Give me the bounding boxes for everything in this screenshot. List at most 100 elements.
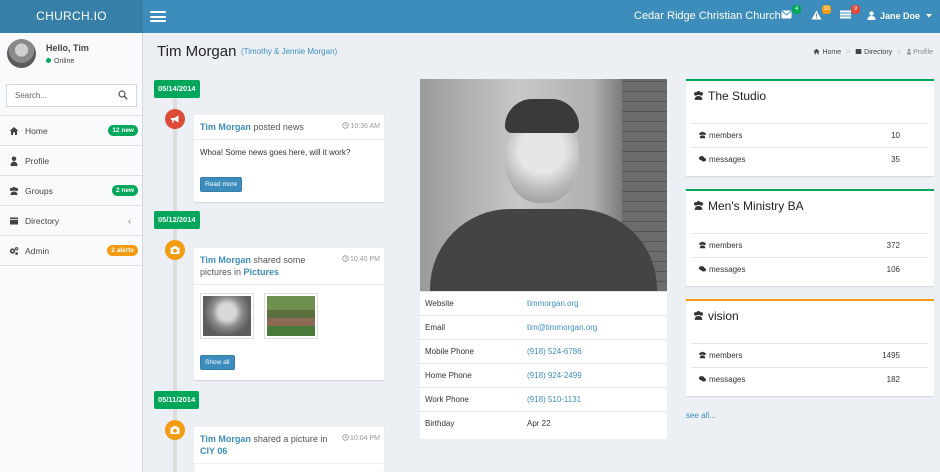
sidebar-menu: Home 12 new Profile Groups 2 new Directo…: [0, 115, 142, 266]
info-label: Birthday: [425, 419, 455, 428]
birthday-value: Apr 22: [527, 419, 551, 428]
breadcrumb-home[interactable]: Home: [822, 49, 841, 56]
website-link[interactable]: timmorgan.org: [527, 292, 579, 316]
alerts-menu[interactable]: 10: [811, 5, 831, 22]
group-title[interactable]: The Studio: [692, 89, 766, 103]
clock-icon: [342, 255, 349, 262]
timeline-time-label: 10:40 PM: [350, 256, 380, 263]
timeline-item-picture: Tim Morgan shared a picture in CIY 06 10…: [194, 427, 384, 472]
timeline-item-header: Tim Morgan shared a picture in CIY 06 10…: [194, 427, 384, 464]
online-dot-icon: [46, 58, 51, 63]
timeline-item-pictures: Tim Morgan shared some pictures in Pictu…: [194, 248, 384, 380]
group-members-row: members 1495: [692, 343, 928, 367]
breadcrumb-separator: >: [846, 49, 851, 56]
messages-menu[interactable]: 4: [781, 5, 801, 22]
admin-badge: 2 alerts: [107, 245, 138, 256]
mobile-phone-link[interactable]: (918) 524-6786: [527, 340, 582, 364]
author-link[interactable]: Tim Morgan: [200, 255, 251, 265]
comments-icon: [698, 266, 707, 272]
timeline-time: 10:36 AM: [342, 121, 380, 133]
group-title[interactable]: Men's Ministry BA: [692, 199, 804, 213]
breadcrumb: Home > Directory > Profile: [813, 48, 933, 56]
show-all-button[interactable]: Show all: [200, 355, 235, 370]
content-header: Tim Morgan (Timothy & Jennie Morgan) Hom…: [143, 33, 940, 67]
clock-icon: [342, 434, 349, 441]
home-icon: [9, 127, 19, 135]
users-icon: [693, 200, 704, 210]
tasks-icon: [840, 10, 851, 19]
sidebar-search: [6, 84, 137, 107]
author-link[interactable]: Tim Morgan: [200, 434, 251, 444]
messages-count: 182: [886, 375, 900, 384]
timeline-action: shared a picture in: [253, 434, 328, 444]
group-messages-row: messages 35: [692, 147, 928, 171]
timeline-date: 05/14/2014: [154, 80, 200, 98]
sidebar-item-admin[interactable]: Admin 2 alerts: [0, 236, 142, 266]
cogs-icon: [9, 247, 19, 255]
online-status: Online: [46, 58, 74, 65]
timeline-item-header: Tim Morgan posted news 10:36 AM: [194, 115, 384, 140]
profile-photo: [420, 79, 667, 291]
album-link[interactable]: CIY 06: [200, 446, 227, 456]
group-name: Men's Ministry BA: [708, 199, 804, 213]
members-count: 372: [886, 241, 900, 250]
info-row-home-phone: Home Phone (918) 924-2499: [420, 363, 667, 387]
camera-icon: [170, 426, 180, 434]
user-panel: Hello, Tim Online: [0, 33, 142, 79]
members-count: 1495: [882, 351, 900, 360]
chevron-left-icon: ‹: [128, 216, 131, 226]
user-icon: [10, 156, 18, 166]
breadcrumb-directory[interactable]: Directory: [864, 49, 892, 56]
user-name: Jane Doe: [880, 11, 921, 21]
timeline-item-news: Tim Morgan posted news 10:36 AM Whoa! So…: [194, 115, 384, 202]
groups-badge: 2 new: [111, 185, 138, 196]
sidebar-item-directory[interactable]: Directory ‹: [0, 206, 142, 236]
timeline-item-body: Show all: [194, 285, 384, 378]
timeline-news-marker: [165, 109, 185, 129]
search-icon[interactable]: [118, 90, 128, 100]
info-label: Home Phone: [425, 371, 472, 380]
photo-thumbnail[interactable]: [264, 293, 319, 339]
user-menu[interactable]: Jane Doe: [867, 0, 932, 33]
home-badge: 12 new: [108, 125, 138, 136]
brand-logo[interactable]: CHURCH.IO: [0, 0, 143, 33]
home-icon: [813, 48, 821, 55]
sidebar-item-label: Admin: [25, 246, 50, 256]
sidebar-item-profile[interactable]: Profile: [0, 146, 142, 176]
group-name: The Studio: [708, 89, 767, 103]
see-all-groups-link[interactable]: see all...: [686, 411, 716, 420]
info-label: Work Phone: [425, 395, 469, 404]
page-title: Tim Morgan: [157, 43, 237, 60]
book-icon: [10, 217, 18, 225]
book-icon: [855, 49, 862, 54]
sidebar-item-groups[interactable]: Groups 2 new: [0, 176, 142, 206]
tasks-menu[interactable]: 9: [840, 5, 860, 22]
group-name: vision: [708, 309, 739, 323]
email-link[interactable]: tim@timmorgan.org: [527, 316, 597, 340]
info-row-website: Website timmorgan.org: [420, 291, 667, 315]
sidebar: Hello, Tim Online Home 12 new Profile Gr…: [0, 33, 143, 472]
group-title[interactable]: vision: [692, 309, 739, 323]
info-label: Mobile Phone: [425, 347, 474, 356]
photo-thumbnail[interactable]: [200, 293, 254, 339]
album-link[interactable]: Pictures: [244, 267, 280, 277]
home-phone-link[interactable]: (918) 924-2499: [527, 364, 582, 388]
users-icon: [699, 241, 706, 249]
search-input[interactable]: [7, 85, 112, 106]
messages-count: 35: [891, 155, 900, 164]
church-name: Cedar Ridge Christian Church: [634, 10, 781, 22]
sidebar-item-home[interactable]: Home 12 new: [0, 116, 142, 146]
sidebar-toggle-icon[interactable]: [150, 11, 166, 22]
info-row-email: Email tim@timmorgan.org: [420, 315, 667, 339]
group-members-row: members 372: [692, 233, 928, 257]
work-phone-link[interactable]: (918) 510-1131: [527, 388, 581, 412]
info-label: Website: [425, 299, 454, 308]
sidebar-item-label: Home: [25, 126, 48, 136]
timeline-item-header: Tim Morgan shared some pictures in Pictu…: [194, 248, 384, 285]
comments-icon: [698, 376, 707, 382]
greeting: Hello, Tim: [46, 43, 89, 53]
author-link[interactable]: Tim Morgan: [200, 122, 251, 132]
read-more-button[interactable]: Read more: [200, 177, 243, 192]
profile-card: Website timmorgan.org Email tim@timmorgan.…: [420, 79, 667, 439]
messages-count: 106: [886, 265, 900, 274]
